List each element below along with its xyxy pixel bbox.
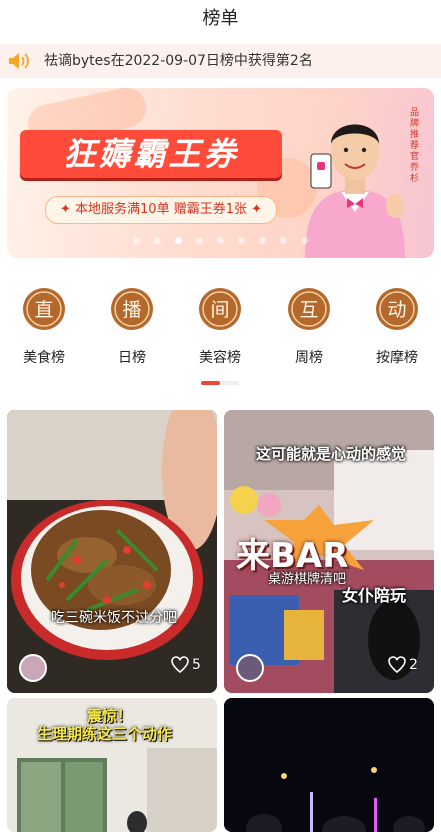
page-title: 榜单 (202, 8, 239, 29)
pagination-dot (196, 237, 203, 244)
badge-icon: 间 (199, 288, 241, 330)
like-count[interactable]: 2 (388, 656, 418, 674)
badge-icon: 互 (288, 288, 330, 330)
banner-side-text: 品牌推荐官 乔杉 (410, 108, 420, 184)
banner-title: 狂薅霸王券 (63, 135, 239, 173)
video-caption: 生理期练这三个动作 (37, 725, 173, 743)
video-caption-subtitle: 桌游棋牌清吧 (268, 572, 347, 587)
category-item-daily[interactable]: 播 日榜 (99, 287, 165, 367)
category-item-massage[interactable]: 动 按摩榜 (364, 287, 430, 367)
like-count[interactable]: 5 (171, 656, 201, 674)
video-card[interactable]: 这可能就是心动的感觉 来BAR 桌游棋牌清吧 女仆陪玩 2 (224, 410, 434, 693)
heart-icon (388, 656, 406, 674)
badge-icon: 播 (111, 288, 153, 330)
pagination-dot (154, 237, 161, 244)
svg-text:动: 动 (387, 299, 406, 321)
pagination-dot (238, 237, 245, 244)
svg-text:直: 直 (34, 299, 53, 321)
page-indicator-fill (201, 381, 220, 385)
category-item-beauty[interactable]: 间 美容榜 (187, 287, 253, 367)
pagination-dot (280, 237, 287, 244)
category-item-food[interactable]: 直 美食榜 (11, 287, 77, 367)
video-thumbnail (224, 698, 434, 832)
video-caption: 吃三碗米饭不过分吧 (51, 610, 177, 626)
pagination-dot (301, 237, 308, 244)
svg-text:间: 间 (210, 299, 229, 321)
category-label: 日榜 (118, 350, 146, 366)
banner-pagination (0, 237, 441, 247)
video-caption-tag: 女仆陪玩 (342, 586, 407, 605)
video-card[interactable]: 吃三碗米饭不过分吧 5 (7, 410, 217, 693)
avatar[interactable] (19, 654, 47, 682)
category-label: 按摩榜 (376, 350, 418, 366)
pagination-dot (217, 237, 224, 244)
video-thumbnail (7, 410, 217, 693)
category-label: 周榜 (295, 350, 323, 366)
video-caption: 这可能就是心动的感觉 (256, 445, 407, 463)
category-row: 直 美食榜 播 日榜 间 美容榜 互 周榜 动 按摩榜 (0, 287, 441, 367)
svg-text:播: 播 (122, 299, 141, 321)
category-label: 美食榜 (23, 350, 65, 366)
video-card[interactable]: 震惊！ 生理期练这三个动作 (7, 698, 217, 832)
pagination-dot (133, 237, 140, 244)
speaker-icon (9, 53, 29, 69)
avatar[interactable] (236, 654, 264, 682)
badge-icon: 直 (23, 288, 65, 330)
video-card[interactable] (224, 698, 434, 832)
category-label: 美容榜 (199, 350, 241, 366)
announcement-text: 祛谪bytes在2022-09-07日榜中获得第2名 (44, 53, 313, 69)
svg-text:互: 互 (299, 299, 318, 321)
announcement-bar[interactable]: 祛谪bytes在2022-09-07日榜中获得第2名 (0, 44, 441, 78)
category-page-indicator (201, 381, 239, 385)
promo-banner[interactable]: 狂薅霸王券 ✦ 本地服务满10单 赠霸王券1张 ✦ 品牌推荐官 乔杉 (7, 88, 434, 258)
badge-icon: 动 (376, 288, 418, 330)
pagination-dot (259, 237, 266, 244)
pagination-dot-active (175, 237, 182, 244)
spokesperson-image (305, 124, 405, 258)
category-item-weekly[interactable]: 互 周榜 (276, 287, 342, 367)
heart-icon (171, 656, 189, 674)
banner-subtitle: ✦ 本地服务满10单 赠霸王券1张 ✦ (45, 196, 277, 224)
